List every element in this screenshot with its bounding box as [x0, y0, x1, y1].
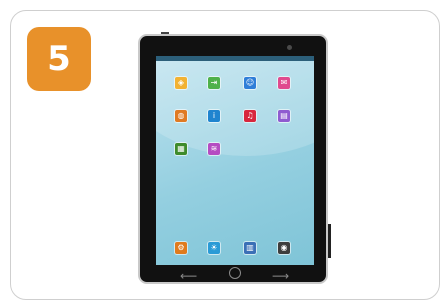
keyboard-app-icon[interactable]: ▤: [278, 110, 290, 122]
tablet-screen: ◈ ⇥ ☺ ✉ ◍ i ♫ ▤ ▦ ≋ ⚙ ☀ ▥ ◉: [156, 56, 314, 265]
home-button[interactable]: [229, 267, 241, 279]
camera-app-icon[interactable]: ◉: [278, 242, 290, 254]
calendar-app-icon[interactable]: ▥: [244, 242, 256, 254]
settings-app-icon[interactable]: ⚙: [175, 242, 187, 254]
tablet-top-mark: [161, 32, 169, 34]
contacts-app-icon[interactable]: ☺: [244, 77, 256, 89]
exit-app-icon[interactable]: ⇥: [208, 77, 220, 89]
front-camera: [287, 45, 292, 50]
browser-app-icon[interactable]: ◍: [175, 110, 187, 122]
status-bar: [156, 56, 314, 61]
mail-app-icon[interactable]: ✉: [278, 77, 290, 89]
forward-arrow-icon[interactable]: ⟶: [272, 270, 289, 282]
weather-app-icon[interactable]: ☀: [208, 242, 220, 254]
maps-app-icon[interactable]: ◈: [175, 77, 187, 89]
news-app-icon[interactable]: ▦: [175, 143, 187, 155]
wifi-app-icon[interactable]: ≋: [208, 143, 220, 155]
info-app-icon[interactable]: i: [208, 110, 220, 122]
tablet-device: ◈ ⇥ ☺ ✉ ◍ i ♫ ▤ ▦ ≋ ⚙ ☀ ▥ ◉ ⟵ ⟶: [138, 32, 331, 284]
step-number-badge: 5: [27, 27, 91, 91]
back-arrow-icon[interactable]: ⟵: [180, 270, 197, 282]
volume-button[interactable]: [328, 224, 331, 258]
music-app-icon[interactable]: ♫: [244, 110, 256, 122]
